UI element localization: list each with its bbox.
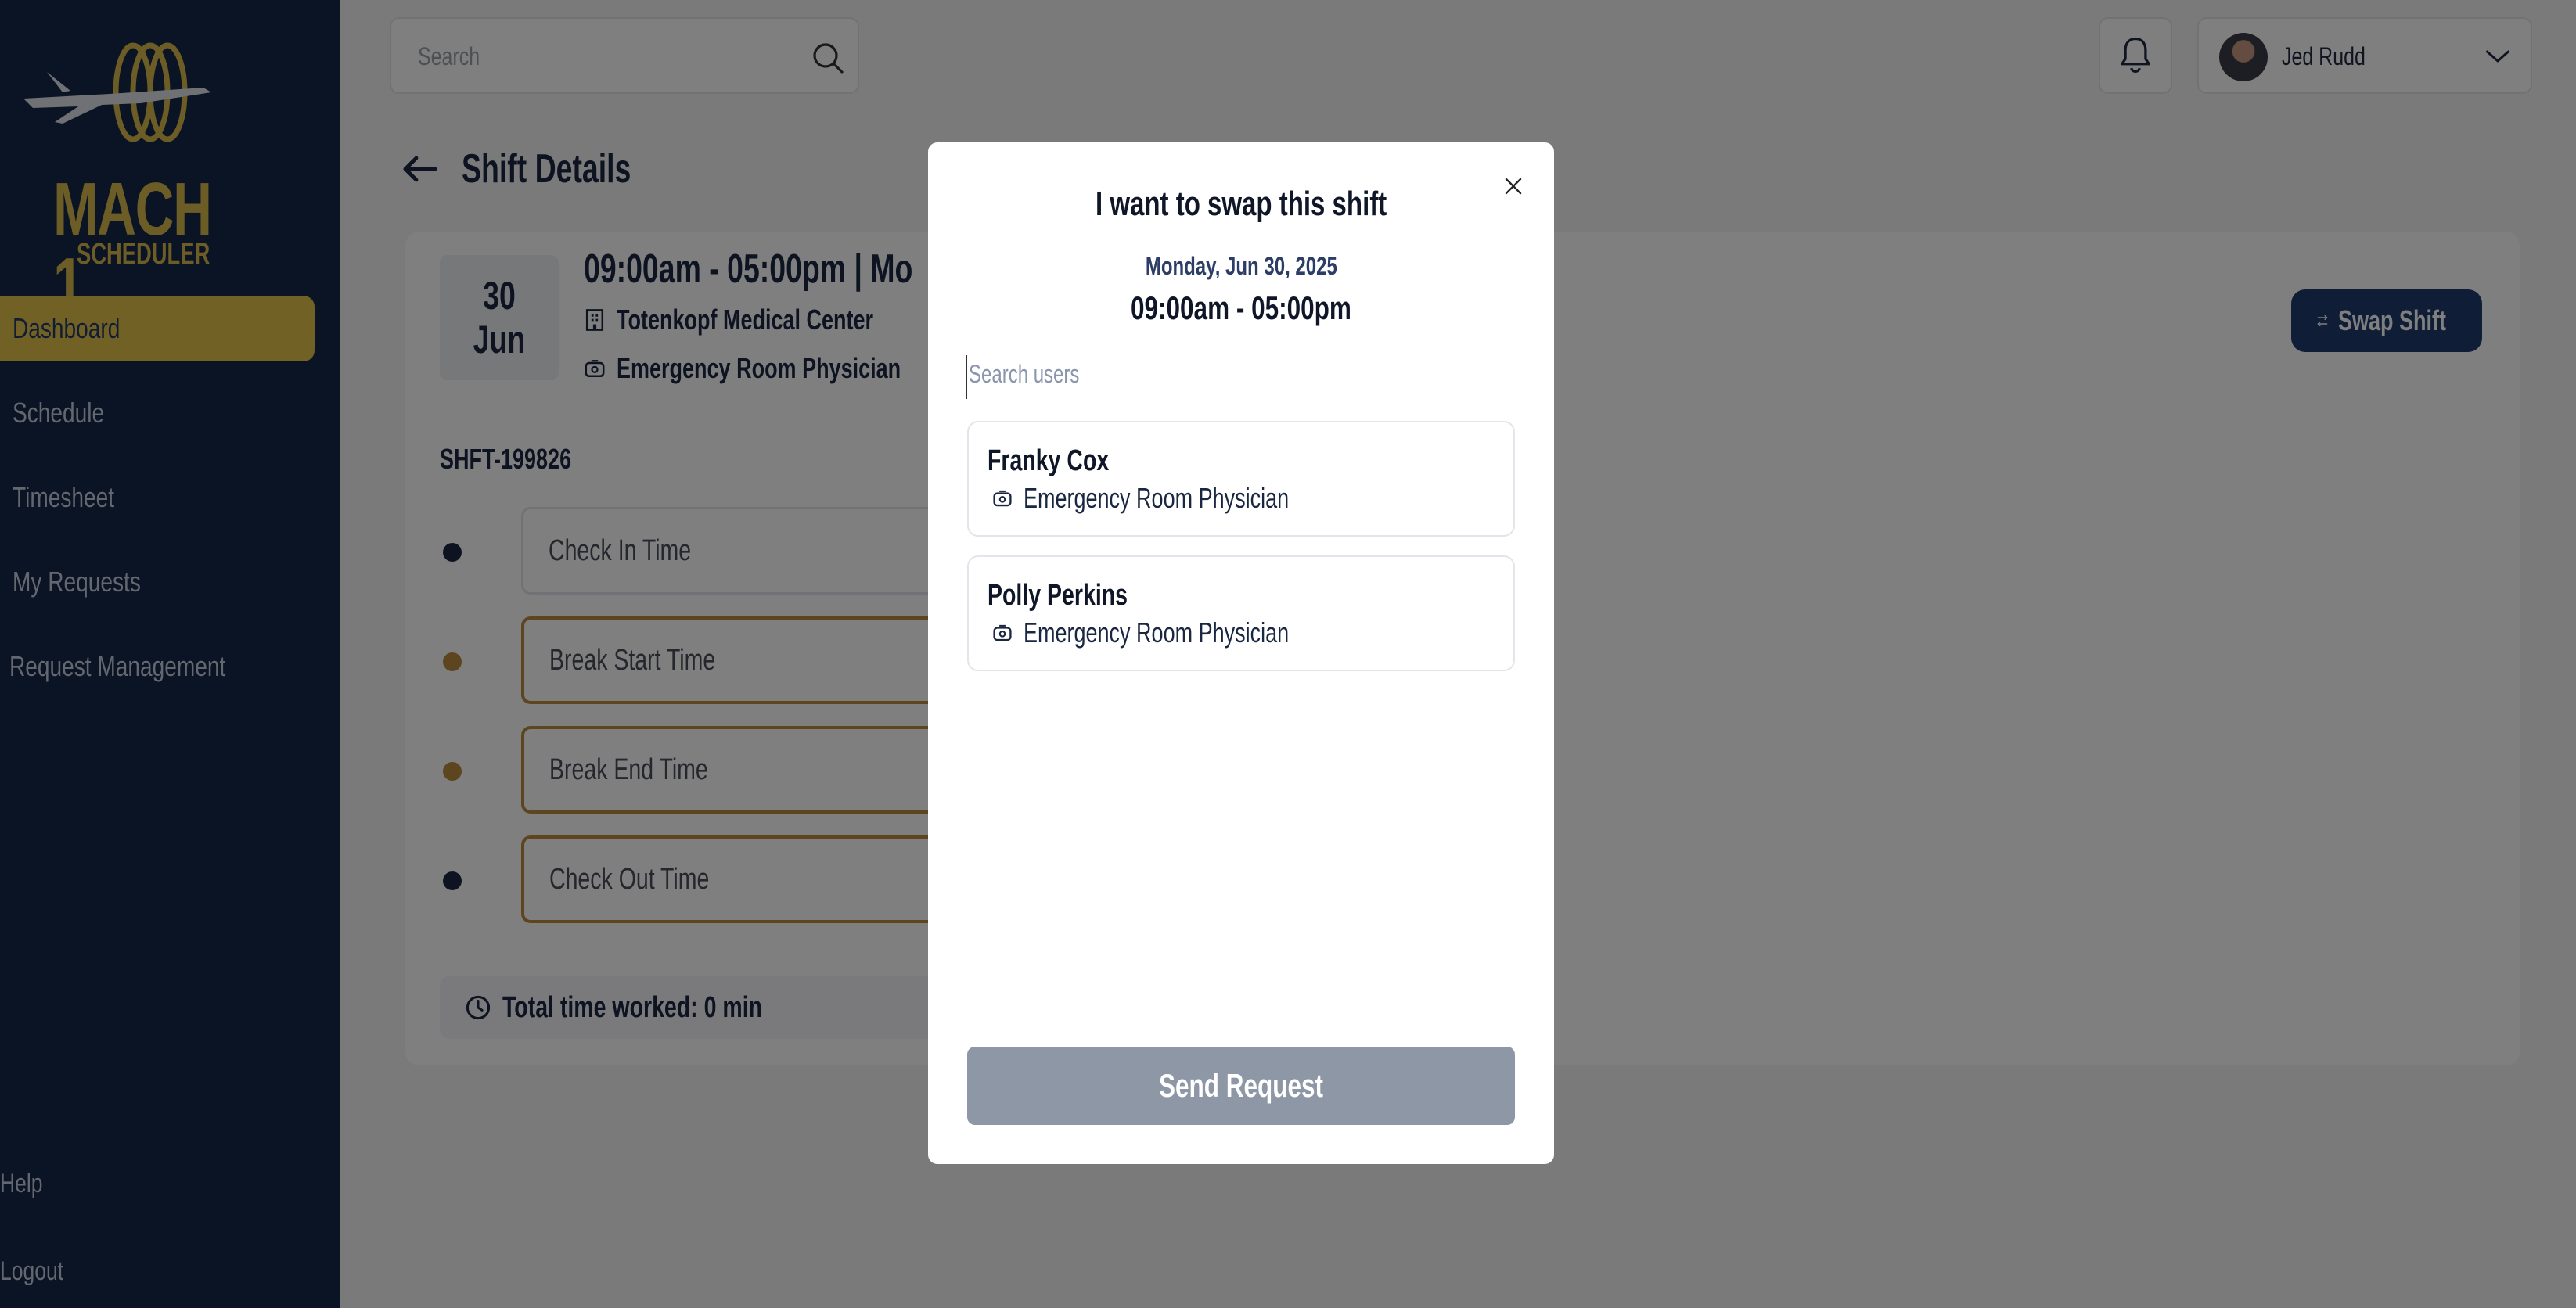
user-option-polly-perkins[interactable]: Polly Perkins Emergency Room Physician — [967, 555, 1515, 671]
user-option-franky-cox[interactable]: Franky Cox Emergency Room Physician — [967, 421, 1515, 537]
user-option-name: Polly Perkins — [988, 579, 1128, 612]
modal-time: 09:00am - 05:00pm — [1131, 289, 1351, 326]
send-request-button[interactable]: Send Request — [967, 1047, 1515, 1125]
swap-shift-modal: I want to swap this shift Monday, Jun 30… — [928, 142, 1554, 1164]
user-option-role: Emergency Room Physician — [992, 616, 1377, 649]
badge-icon — [993, 624, 1012, 641]
badge-icon — [993, 490, 1012, 507]
search-users-input[interactable] — [966, 355, 1513, 399]
user-option-name: Franky Cox — [988, 444, 1110, 477]
user-option-role: Emergency Room Physician — [992, 482, 1377, 515]
modal-title: I want to swap this shift — [1095, 185, 1387, 223]
modal-date: Monday, Jun 30, 2025 — [1145, 252, 1337, 280]
